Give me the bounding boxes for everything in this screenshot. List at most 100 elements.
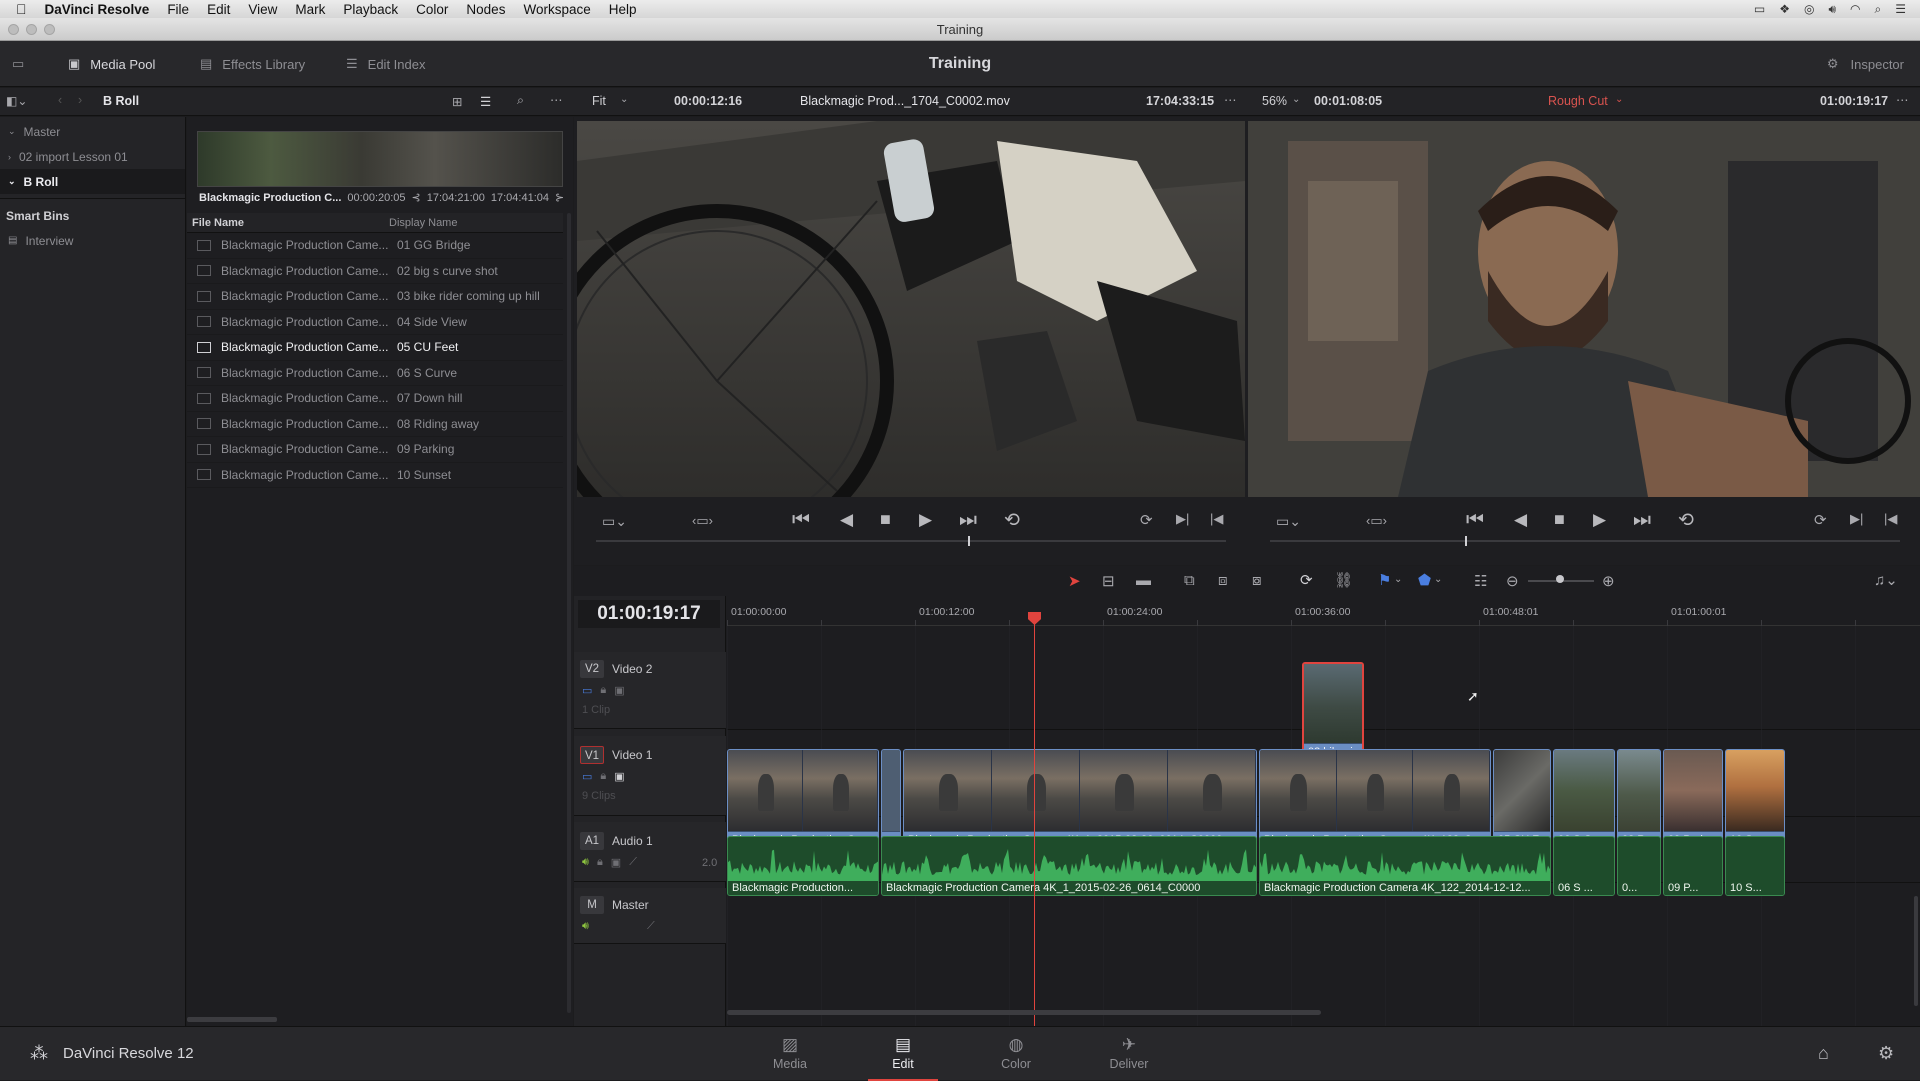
menu-mark[interactable]: Mark bbox=[286, 2, 334, 17]
home-icon[interactable]: ⌂ bbox=[1818, 1043, 1829, 1064]
page-tab-media[interactable]: ▨ Media bbox=[735, 1027, 845, 1081]
auto-select-icon[interactable]: ▣ bbox=[614, 770, 624, 783]
v2-clip[interactable]: 03 bike ri... bbox=[1302, 662, 1364, 762]
media-pool-button[interactable]: ▣ Media Pool bbox=[68, 41, 155, 87]
bin-import[interactable]: › 02 import Lesson 01 bbox=[0, 144, 185, 169]
v1-clip[interactable]: Blackmagic Production Camera 4K_1_2015-0… bbox=[903, 749, 1257, 849]
list-item[interactable]: Blackmagic Production Came... 04 Side Vie… bbox=[187, 310, 563, 335]
link-icon[interactable]: ⛓ bbox=[1334, 571, 1353, 589]
selection-tool-icon[interactable]: ➤ bbox=[1068, 572, 1081, 590]
timeline-loop-range-icon[interactable]: ⟳ bbox=[1814, 511, 1827, 529]
play-icon[interactable]: ▶ bbox=[1593, 510, 1606, 530]
thumbnail-view-icon[interactable]: ⊞ bbox=[452, 94, 462, 109]
chevron-down-icon[interactable]: ⌄ bbox=[1394, 574, 1402, 585]
menu-app-name[interactable]: DaVinci Resolve bbox=[36, 2, 159, 17]
list-item[interactable]: Blackmagic Production Came... 08 Riding a… bbox=[187, 412, 563, 437]
source-view-mode-icon[interactable]: ▭⌄ bbox=[602, 513, 627, 530]
media-list-h-scrollbar[interactable] bbox=[187, 1017, 277, 1022]
chevron-down-icon[interactable]: ⌄ bbox=[1615, 94, 1623, 105]
mark-in-icon[interactable]: |◀ bbox=[1884, 511, 1897, 527]
chevron-down-icon[interactable]: ⌄ bbox=[1292, 94, 1300, 105]
page-tab-color[interactable]: ◍ Color bbox=[961, 1027, 1071, 1081]
list-item[interactable]: Blackmagic Production Came... 06 S Curve bbox=[187, 361, 563, 386]
smart-bin-interview[interactable]: ▤ Interview bbox=[0, 228, 185, 253]
list-item-selected[interactable]: Blackmagic Production Came... 05 CU Feet bbox=[187, 335, 563, 361]
v1-clip[interactable]: 10 Sun... bbox=[1725, 749, 1785, 849]
list-item[interactable]: Blackmagic Production Came... 02 big s cu… bbox=[187, 259, 563, 284]
loop-icon[interactable]: ⟲ bbox=[1004, 509, 1020, 532]
sync-icon[interactable]: ◎ bbox=[1804, 2, 1814, 16]
track-tag-a1[interactable]: A1 bbox=[580, 832, 604, 850]
source-zoom-select[interactable]: Fit bbox=[592, 94, 606, 108]
clip-preview-thumbnail[interactable] bbox=[197, 131, 563, 187]
v1-clip[interactable]: 06 S Cu... bbox=[1553, 749, 1615, 849]
notification-icon[interactable]: ☰ bbox=[1895, 2, 1906, 16]
timeline-h-scrollbar[interactable] bbox=[727, 1010, 1321, 1015]
timeline-playhead[interactable] bbox=[1034, 614, 1035, 1026]
speaker-icon[interactable]: 🔊︎ bbox=[582, 856, 589, 869]
auto-select-icon[interactable]: ▣ bbox=[611, 856, 621, 869]
wifi-icon[interactable]: ◠ bbox=[1850, 2, 1860, 16]
lock-icon[interactable]: 🔒︎ bbox=[600, 684, 606, 697]
inspector-button[interactable]: ⚙ Inspector bbox=[1827, 41, 1904, 87]
a1-clip[interactable]: 10 S... bbox=[1725, 836, 1785, 896]
chevron-down-icon[interactable]: ⌄ bbox=[620, 94, 628, 105]
jump-to-end-icon[interactable]: ⏭ bbox=[1633, 509, 1651, 532]
bin-master[interactable]: ⌄ Master bbox=[0, 119, 185, 144]
a1-clip[interactable]: Blackmagic Production Camera 4K_122_2014… bbox=[1259, 836, 1551, 896]
effects-library-button[interactable]: ▤ Effects Library bbox=[200, 41, 305, 87]
flag-icon[interactable]: ⚑ bbox=[1378, 571, 1391, 589]
source-options-icon[interactable]: ⋯ bbox=[1224, 92, 1237, 107]
menu-help[interactable]: Help bbox=[600, 2, 646, 17]
column-display-name[interactable]: Display Name bbox=[387, 217, 457, 229]
page-tab-edit[interactable]: ▤ Edit bbox=[848, 1027, 958, 1081]
waveform-icon[interactable]: ⟋ bbox=[629, 856, 637, 869]
lock-icon[interactable]: 🔒︎ bbox=[600, 770, 606, 783]
trim-tool-icon[interactable]: ⊟ bbox=[1102, 572, 1115, 590]
v1-clip[interactable] bbox=[881, 749, 901, 849]
apple-menu-icon[interactable]:  bbox=[0, 1, 36, 17]
list-item[interactable]: Blackmagic Production Came... 01 GG Bridg… bbox=[187, 233, 563, 259]
track-tag-v1[interactable]: V1 bbox=[580, 746, 604, 764]
source-match-frame-icon[interactable]: ‹▭› bbox=[692, 513, 713, 529]
jump-to-end-icon[interactable]: ⏭ bbox=[959, 509, 977, 532]
list-item[interactable]: Blackmagic Production Came... 10 Sunset bbox=[187, 463, 563, 488]
window-zoom-button[interactable] bbox=[44, 24, 55, 35]
timeline-viewer-options-icon[interactable]: ⋯ bbox=[1896, 92, 1909, 107]
track-tag-v2[interactable]: V2 bbox=[580, 660, 604, 678]
stop-icon[interactable]: ■ bbox=[880, 509, 891, 530]
jump-to-start-icon[interactable]: ⏮ bbox=[792, 509, 810, 532]
overwrite-clip-icon[interactable]: ⧈ bbox=[1218, 572, 1228, 589]
v1-clip[interactable]: Blackmagic Production Camera 4K_122_2... bbox=[1259, 749, 1491, 849]
a1-clip[interactable]: 0... bbox=[1617, 836, 1661, 896]
replace-clip-icon[interactable]: ⧇ bbox=[1252, 572, 1262, 589]
a1-clip[interactable]: Blackmagic Production... bbox=[727, 836, 879, 896]
mark-in-icon[interactable]: |◀ bbox=[1210, 511, 1223, 527]
more-options-icon[interactable]: ⋯ bbox=[550, 92, 563, 107]
timeline-name-select[interactable]: Rough Cut bbox=[1548, 94, 1608, 108]
track-enable-icon[interactable]: ▭ bbox=[582, 770, 592, 783]
menu-workspace[interactable]: Workspace bbox=[514, 2, 599, 17]
mark-out-icon[interactable]: ▶| bbox=[1850, 511, 1863, 527]
reverse-play-icon[interactable]: ◀ bbox=[840, 510, 853, 530]
timeline-match-frame-icon[interactable]: ‹▭› bbox=[1366, 513, 1387, 529]
source-playhead[interactable] bbox=[967, 536, 970, 546]
snapping-icon[interactable]: ⟳ bbox=[1300, 571, 1313, 589]
auto-select-icon[interactable]: ▣ bbox=[614, 684, 624, 697]
timeline-tracks[interactable]: 01:00:00:00 01:00:12:00 01:00:24:00 01:0… bbox=[727, 596, 1920, 1026]
zoom-slider-handle[interactable] bbox=[1556, 575, 1564, 583]
jump-to-start-icon[interactable]: ⏮ bbox=[1466, 509, 1484, 532]
page-tab-deliver[interactable]: ✈ Deliver bbox=[1074, 1027, 1184, 1081]
volume-icon[interactable]: 🔊︎ bbox=[1828, 2, 1836, 17]
panel-toggle-button[interactable]: ▭ bbox=[12, 41, 24, 87]
search-icon[interactable]: ⌕ bbox=[517, 93, 524, 108]
media-list-scrollbar[interactable] bbox=[567, 213, 571, 1013]
source-viewer[interactable] bbox=[577, 121, 1245, 497]
zoom-in-icon[interactable]: ⊕ bbox=[1602, 572, 1615, 590]
mark-out-icon[interactable]: ▶| bbox=[1176, 511, 1189, 527]
timeline-ruler[interactable]: 01:00:00:00 01:00:12:00 01:00:24:00 01:0… bbox=[727, 596, 1920, 626]
audio-meter-icon[interactable]: ♫⌄ bbox=[1874, 571, 1898, 589]
a1-clip[interactable]: 06 S ... bbox=[1553, 836, 1615, 896]
zoom-out-icon[interactable]: ⊖ bbox=[1506, 572, 1519, 590]
v1-clip[interactable]: 05 CU F... bbox=[1493, 749, 1551, 849]
